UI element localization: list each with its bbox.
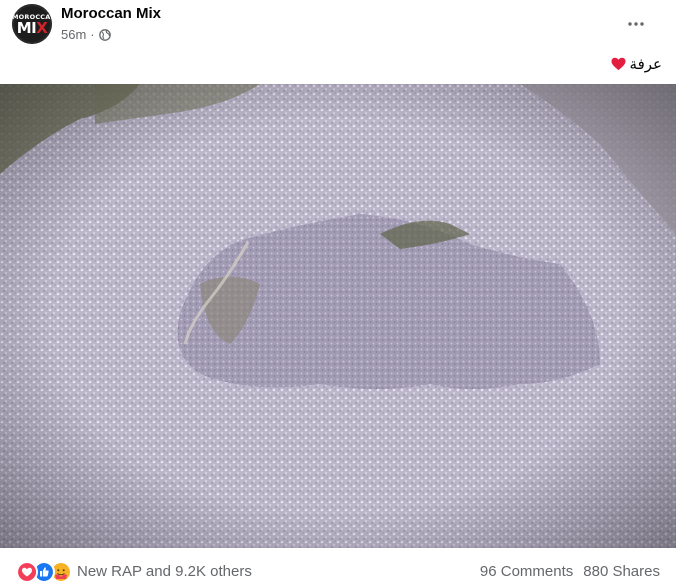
love-reaction-icon bbox=[16, 561, 38, 583]
post-header: MOROCCAN MIX Moroccan Mix 56m · bbox=[0, 0, 676, 56]
shares-count[interactable]: 880 Shares bbox=[583, 563, 660, 580]
post-footer: New RAP and 9.2K others 96 Comments 880 … bbox=[0, 548, 676, 587]
avatar-logo-x: X bbox=[36, 19, 48, 37]
post-timestamp[interactable]: 56m bbox=[61, 27, 86, 42]
meta-separator: · bbox=[90, 27, 95, 42]
page-name-link[interactable]: Moroccan Mix bbox=[61, 5, 161, 22]
post-photo[interactable] bbox=[0, 84, 676, 548]
globe-icon[interactable] bbox=[98, 28, 111, 41]
heart-emoji-icon bbox=[611, 57, 626, 71]
post-meta: 56m · bbox=[61, 27, 111, 42]
post-caption: عرفة bbox=[611, 55, 662, 73]
avatar-logo-mi: MI bbox=[16, 19, 37, 37]
avatar-logo-mix: MIX bbox=[12, 19, 52, 37]
caption-text: عرفة bbox=[629, 56, 662, 73]
engagement-stats: 96 Comments 880 Shares bbox=[480, 563, 660, 580]
page-avatar[interactable]: MOROCCAN MIX bbox=[12, 4, 52, 44]
comments-count[interactable]: 96 Comments bbox=[480, 563, 573, 580]
crowd-aerial-image bbox=[0, 84, 676, 548]
more-dots-icon bbox=[628, 22, 644, 26]
more-options-button[interactable] bbox=[622, 10, 650, 38]
reaction-icons[interactable] bbox=[16, 561, 72, 583]
reactions-summary[interactable]: New RAP and 9.2K others bbox=[77, 563, 252, 580]
